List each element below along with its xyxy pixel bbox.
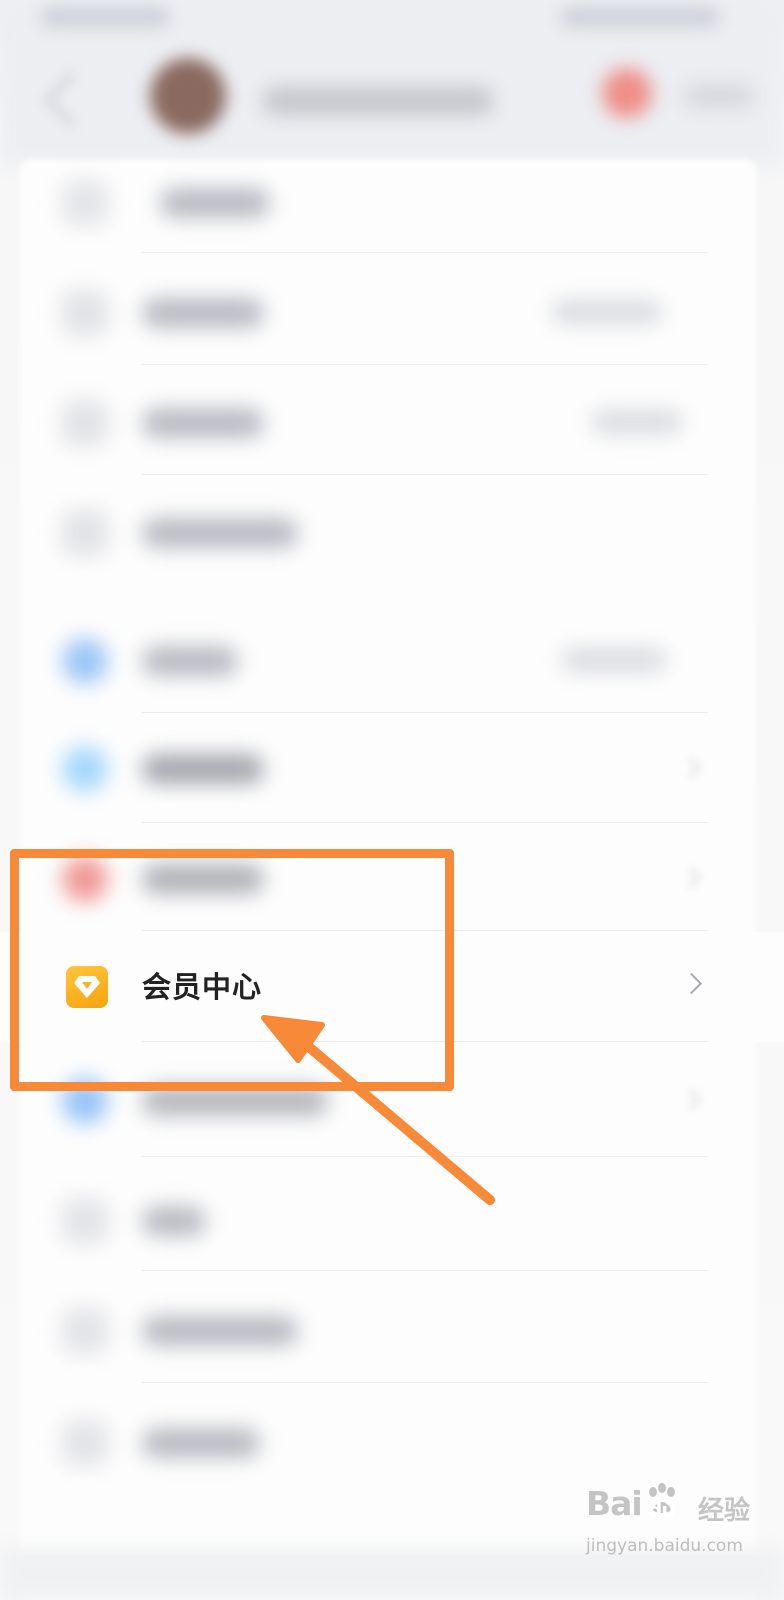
- watermark-logo-right: du: [648, 1498, 676, 1522]
- watermark-logo-left: Bai: [586, 1484, 643, 1523]
- pointer-arrow-icon: [261, 1015, 495, 1205]
- screen: 会员中心 Bai du 经验 jingyan.baidu.com: [0, 0, 784, 1600]
- baidu-jingyan-watermark: Bai du 经验 jingyan.baidu.com: [586, 1483, 756, 1574]
- watermark-product: 经验: [698, 1496, 751, 1526]
- watermark-url: jingyan.baidu.com: [586, 1536, 743, 1556]
